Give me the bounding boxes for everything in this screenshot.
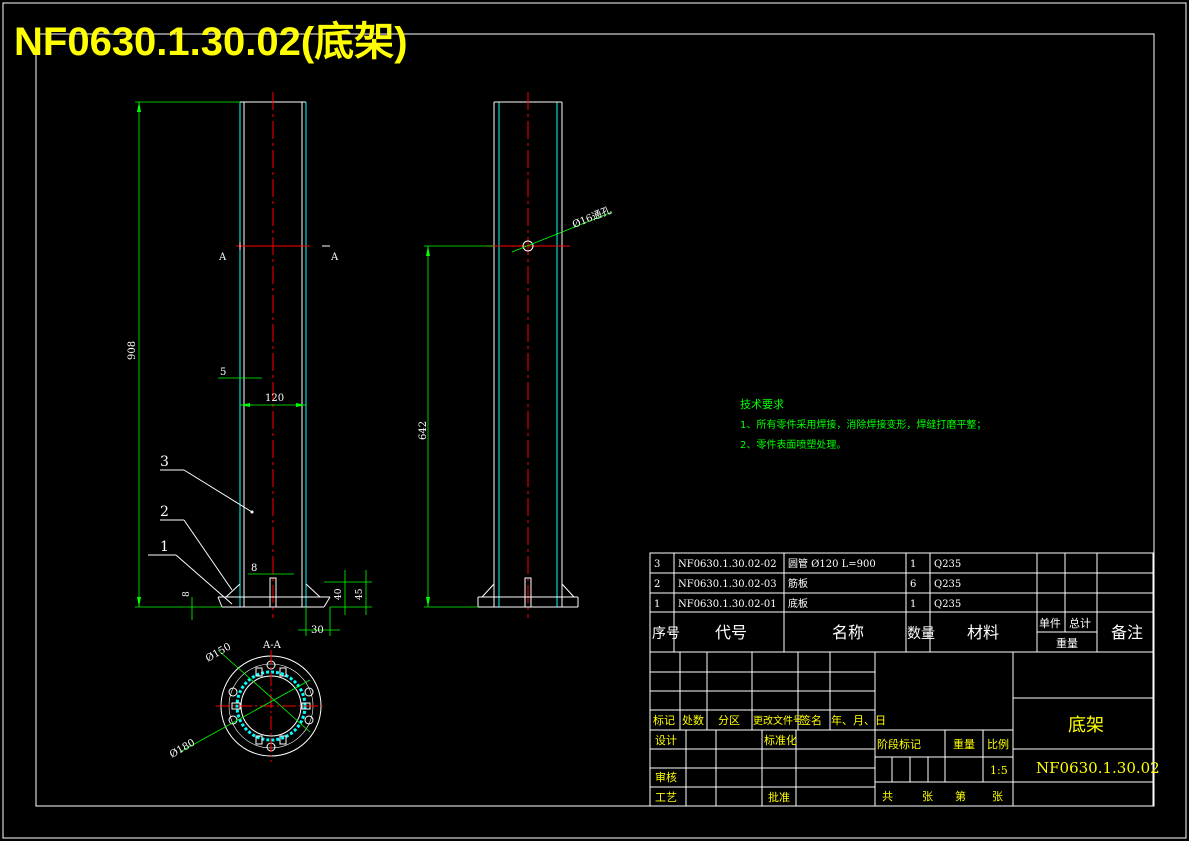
tb-sign: 签名 <box>800 713 822 727</box>
bom-row-3-no: 3 <box>654 559 660 570</box>
tb-sheet-no: 第 <box>955 789 966 803</box>
tech-heading: 技术要求 <box>740 398 784 411</box>
dim-wall-5: 5 <box>220 367 226 378</box>
bom-row-3-code: NF0630.1.30.02-02 <box>678 559 777 570</box>
tb-process: 工艺 <box>655 791 677 804</box>
bom-row-3-material: Q235 <box>934 559 961 570</box>
dim-outer-diameter: Ø180 <box>168 737 197 760</box>
section-letter-left: A <box>218 252 227 263</box>
tb-review: 审核 <box>655 770 677 784</box>
bom-row-1-no: 1 <box>654 599 660 610</box>
tb-standard: 标准化 <box>764 733 797 747</box>
dim-height-908: 908 <box>127 341 138 360</box>
dim-inner-diameter: Ø150 <box>204 641 233 664</box>
section-view <box>179 649 326 762</box>
bom-header-code: 代号 <box>715 623 747 642</box>
dim-height-642: 642 <box>418 421 429 440</box>
bom-header-material: 材料 <box>967 623 999 642</box>
bom-header-no: 序号 <box>652 626 680 642</box>
tb-date: 年、月、日 <box>831 713 886 727</box>
tb-sheet: 张 <box>992 790 1003 803</box>
tb-part-code: NF0630.1.30.02 <box>1036 759 1160 777</box>
bom-row-3-name: 圆管 Ø120 L=900 <box>788 557 876 570</box>
bom-row-3-qty: 1 <box>910 559 916 570</box>
balloon-3: 3 <box>160 454 169 470</box>
dim-foot-30: 30 <box>311 625 324 636</box>
bom-row-2-code: NF0630.1.30.02-03 <box>678 579 777 590</box>
outer-border <box>2 2 1187 839</box>
bom-row-1-code: NF0630.1.30.02-01 <box>678 599 777 610</box>
tb-sheets: 张 <box>922 790 933 803</box>
bom-header-unit: 单件 <box>1039 617 1061 630</box>
tb-zone: 分区 <box>718 714 740 727</box>
bom-row-1-material: Q235 <box>934 599 961 610</box>
tech-line-2: 2、零件表面喷塑处理。 <box>740 438 846 451</box>
dim-foot-8: 8 <box>182 591 192 597</box>
bom-row-2-qty: 6 <box>910 579 916 590</box>
bom-row-1-qty: 1 <box>910 599 916 610</box>
bom-header-name: 名称 <box>832 623 864 642</box>
hole-note: Ø16通孔 <box>571 204 613 230</box>
front-view <box>135 92 372 636</box>
balloon-1: 1 <box>160 539 169 555</box>
tb-approve: 批准 <box>768 790 790 804</box>
dim-width-120: 120 <box>265 393 284 404</box>
balloon-2: 2 <box>160 504 169 520</box>
dim-slot-8: 8 <box>251 563 257 574</box>
tb-weight: 重量 <box>953 737 975 751</box>
tb-scale-value: 1:5 <box>990 764 1008 777</box>
tb-stage: 阶段标记 <box>877 737 921 751</box>
section-letter-right: A <box>330 252 339 263</box>
bom-header-weight: 重量 <box>1056 636 1078 650</box>
bom-header-total: 总计 <box>1069 616 1091 630</box>
bom-header-remark: 备注 <box>1111 623 1143 642</box>
dim-foot-40: 40 <box>334 588 344 600</box>
side-view <box>424 92 613 618</box>
bom-row-2-no: 2 <box>654 579 660 590</box>
section-label: A-A <box>262 640 282 651</box>
dim-foot-45: 45 <box>355 588 365 600</box>
drawing-title: NF0630.1.30.02(底架) <box>14 20 408 64</box>
tb-count: 处数 <box>682 714 704 727</box>
tb-design: 设计 <box>655 734 677 747</box>
tb-scale: 比例 <box>987 737 1009 751</box>
tech-line-1: 1、所有零件采用焊接，消除焊接变形，焊缝打磨平整； <box>740 418 986 431</box>
bom-row-2-material: Q235 <box>934 579 961 590</box>
tb-total-sheets: 共 <box>882 790 893 803</box>
bom-header-qty: 数量 <box>907 626 935 642</box>
tb-doc: 更改文件号 <box>753 714 803 727</box>
bom-row-1-name: 底板 <box>788 597 808 610</box>
bom-row-2-name: 筋板 <box>788 577 808 590</box>
cad-drawing: NF0630.1.30.02(底架) A A 908 5 120 8 8 40 … <box>2 2 1187 839</box>
tb-mark: 标记 <box>653 713 675 727</box>
tb-part-name: 底架 <box>1068 715 1104 736</box>
